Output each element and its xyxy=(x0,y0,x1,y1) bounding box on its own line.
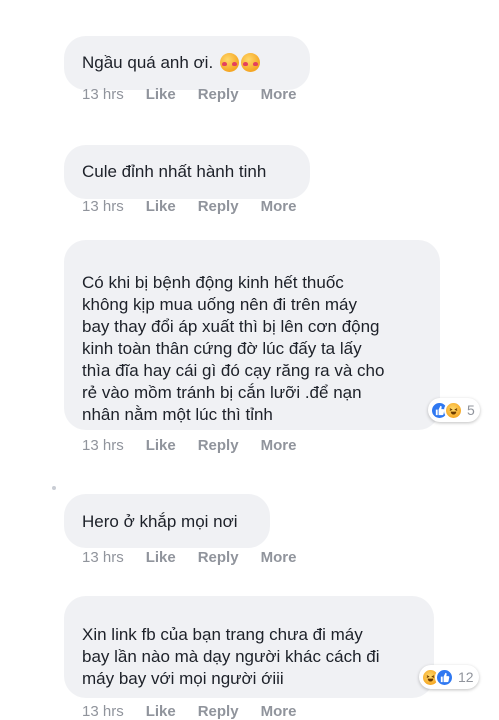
comment-actions: 13 hrs Like Reply More xyxy=(82,437,296,454)
comment-timestamp[interactable]: 13 hrs xyxy=(82,437,124,454)
comment-text: Cule đỉnh nhất hành tinh xyxy=(82,162,267,181)
avatar-placeholder xyxy=(52,486,56,490)
like-button[interactable]: Like xyxy=(146,86,176,103)
smiling-face-with-hearts-icon xyxy=(219,53,239,72)
reply-button[interactable]: Reply xyxy=(198,549,239,566)
like-button[interactable]: Like xyxy=(146,703,176,720)
like-button[interactable]: Like xyxy=(146,437,176,454)
comment-timestamp[interactable]: 13 hrs xyxy=(82,703,124,720)
comment-timestamp[interactable]: 13 hrs xyxy=(82,549,124,566)
comment-actions: 13 hrs Like Reply More xyxy=(82,86,296,103)
comment-text: Có khi bị bệnh động kinh hết thuốc không… xyxy=(82,273,385,424)
comment-bubble[interactable]: Cule đỉnh nhất hành tinh xyxy=(64,145,310,199)
more-button[interactable]: More xyxy=(261,86,297,103)
smiling-face-with-hearts-icon xyxy=(240,53,260,72)
reply-button[interactable]: Reply xyxy=(198,703,239,720)
reaction-count: 12 xyxy=(458,669,474,685)
comment-actions: 13 hrs Like Reply More xyxy=(82,549,296,566)
like-icon xyxy=(435,667,454,687)
reaction-summary[interactable]: 12 xyxy=(419,665,479,689)
more-button[interactable]: More xyxy=(261,437,297,454)
comment-bubble[interactable]: Ngầu quá anh ơi. xyxy=(64,36,310,90)
comment-actions: 13 hrs Like Reply More xyxy=(82,703,296,720)
comment-bubble[interactable]: Xin link fb của bạn trang chưa đi máy ba… xyxy=(64,596,434,698)
reply-button[interactable]: Reply xyxy=(198,437,239,454)
comment-text: Xin link fb của bạn trang chưa đi máy ba… xyxy=(82,625,380,688)
reply-button[interactable]: Reply xyxy=(198,86,239,103)
reaction-summary[interactable]: 5 xyxy=(428,398,480,422)
comment-bubble[interactable]: Hero ở khắp mọi nơi xyxy=(64,494,270,548)
like-button[interactable]: Like xyxy=(146,198,176,215)
comment-bubble[interactable]: Có khi bị bệnh động kinh hết thuốc không… xyxy=(64,240,440,430)
haha-icon xyxy=(444,400,463,420)
comment-timestamp[interactable]: 13 hrs xyxy=(82,198,124,215)
reply-button[interactable]: Reply xyxy=(198,198,239,215)
comment-actions: 13 hrs Like Reply More xyxy=(82,198,296,215)
comment-text: Hero ở khắp mọi nơi xyxy=(82,512,238,531)
more-button[interactable]: More xyxy=(261,549,297,566)
more-button[interactable]: More xyxy=(261,198,297,215)
reaction-count: 5 xyxy=(467,402,475,418)
comment-timestamp[interactable]: 13 hrs xyxy=(82,86,124,103)
like-button[interactable]: Like xyxy=(146,549,176,566)
comment-text: Ngầu quá anh ơi. xyxy=(82,53,214,72)
more-button[interactable]: More xyxy=(261,703,297,720)
